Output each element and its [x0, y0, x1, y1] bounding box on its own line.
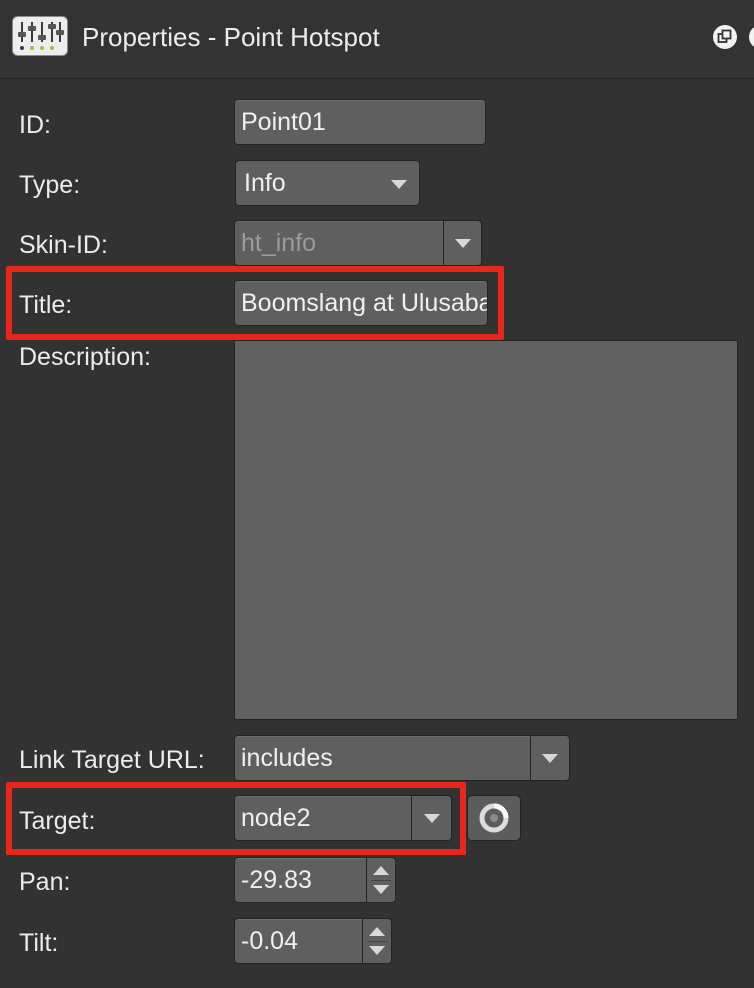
skin-id-dropdown-button[interactable] [443, 220, 482, 266]
close-circle-icon[interactable] [748, 24, 754, 50]
chevron-down-icon [423, 813, 440, 823]
chevron-down-icon [454, 238, 471, 248]
description-textarea[interactable] [234, 340, 738, 720]
stepper-divider [367, 941, 387, 942]
description-label: Description: [19, 343, 151, 371]
arrow-up-icon[interactable] [373, 866, 389, 875]
panel-title: Properties - Point Hotspot [82, 22, 380, 52]
title-input[interactable]: Boomslang at Ulusaba [234, 280, 488, 326]
tilt-input[interactable]: -0.04 [234, 918, 363, 964]
arrow-down-icon[interactable] [373, 885, 389, 894]
skin-id-input[interactable]: ht_info [234, 220, 444, 266]
title-label: Title: [19, 291, 73, 319]
target-input[interactable]: node2 [234, 795, 412, 841]
id-input[interactable]: Point01 [234, 99, 486, 145]
skin-id-label: Skin-ID: [19, 231, 108, 259]
chevron-down-icon [542, 753, 558, 763]
pan-label: Pan: [19, 868, 71, 896]
type-label: Type: [19, 171, 81, 199]
float-window-icon[interactable] [712, 24, 738, 50]
pan-stepper[interactable] [366, 857, 396, 903]
target-picker-button[interactable] [467, 795, 521, 841]
pan-input[interactable]: -29.83 [234, 857, 367, 903]
type-select-value: Info [244, 168, 286, 197]
stepper-divider [371, 880, 391, 881]
link-target-url-input[interactable]: includes [234, 735, 531, 781]
mixer-sliders-icon [12, 16, 68, 56]
link-target-url-dropdown-button[interactable] [530, 735, 570, 781]
target-dropdown-button[interactable] [411, 795, 452, 841]
id-label: ID: [19, 111, 51, 139]
target-picker-icon [479, 803, 509, 833]
chevron-down-icon [391, 180, 407, 189]
link-target-url-label: Link Target URL: [19, 746, 205, 774]
type-select[interactable]: Info [235, 160, 420, 206]
tilt-stepper[interactable] [362, 918, 392, 964]
arrow-up-icon[interactable] [369, 927, 385, 936]
target-label: Target: [19, 807, 96, 835]
panel-header: Properties - Point Hotspot [0, 0, 754, 79]
tilt-label: Tilt: [19, 929, 59, 957]
arrow-down-icon[interactable] [369, 946, 385, 955]
